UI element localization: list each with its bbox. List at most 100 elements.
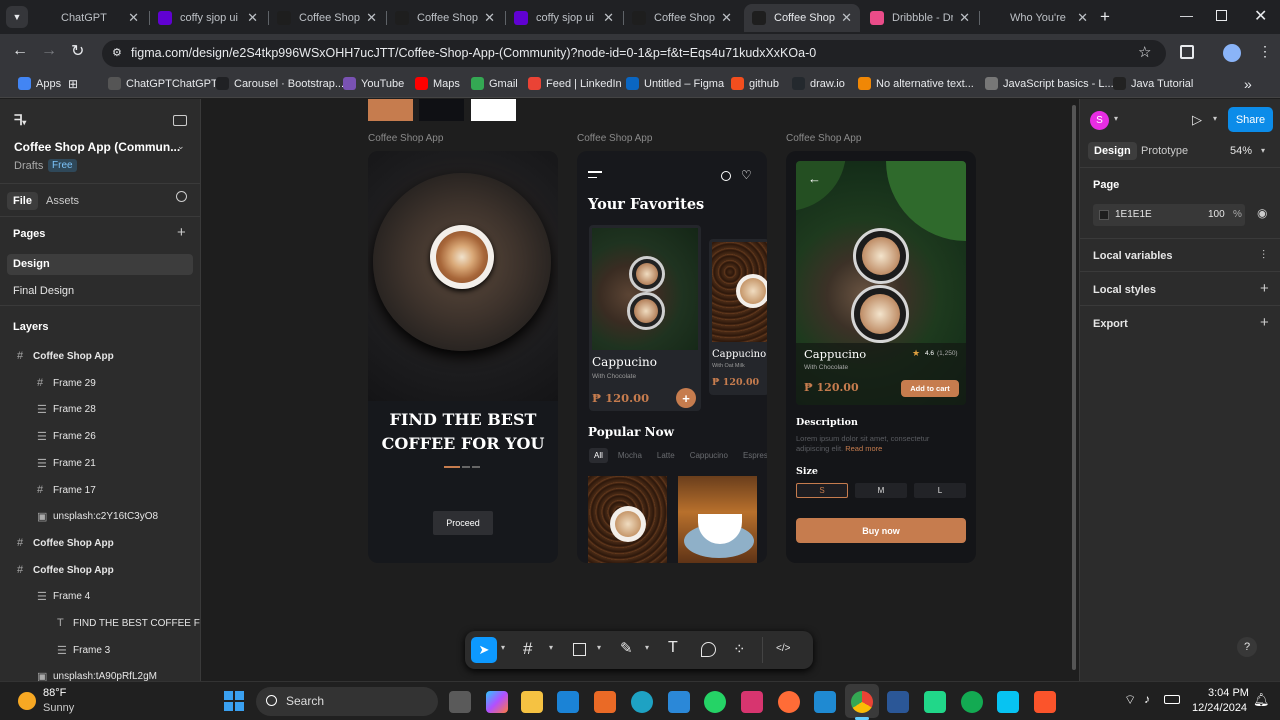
mongodb-icon[interactable] [961,691,983,713]
profile-avatar[interactable] [1223,44,1241,62]
notification-bell-icon[interactable]: 🔔︎ [1253,692,1270,708]
postman-icon[interactable] [778,691,800,713]
size-option-m[interactable]: M [855,483,907,498]
add-page-icon[interactable]: + [177,224,186,241]
maximize-button[interactable] [1216,10,1227,21]
chevron-down-icon[interactable]: ▾ [1114,114,1118,123]
category-chip[interactable]: Mocha [613,448,647,463]
present-play-icon[interactable]: ▷ [1192,112,1202,128]
close-tab-icon[interactable]: ✕ [1077,10,1088,26]
frame-label[interactable]: Coffee Shop App [368,133,443,144]
apps-grid-icon[interactable]: ⊞ [68,77,78,91]
ms-store-icon[interactable] [557,691,579,713]
size-option-s[interactable]: S [796,483,848,498]
weather-sun-icon[interactable] [18,692,36,710]
layer-item[interactable]: ▣ unsplash:c2Y16tC3yO8 [0,507,200,529]
clock-date[interactable]: 12/24/2024 [1192,702,1247,714]
bookmark-item[interactable]: Feed | LinkedIn [528,77,622,90]
chrome-icon[interactable] [851,691,873,713]
bookmark-item[interactable]: Java Tutorial [1113,77,1193,90]
close-tab-icon[interactable]: ✕ [841,10,852,26]
color-swatch-accent[interactable] [368,99,413,121]
bookmark-star-icon[interactable]: ☆ [1138,43,1151,61]
dev-mode-icon[interactable]: </> [776,643,790,654]
bookmark-item[interactable]: github [731,77,779,90]
weather-condition[interactable]: Sunny [43,702,74,714]
bookmark-item[interactable]: No alternative text... [858,77,974,90]
wifi-icon[interactable]: ⌔ [1124,692,1136,708]
frame-label[interactable]: Coffee Shop App [577,133,652,144]
move-tool-button[interactable]: ➤ [471,637,497,663]
copilot-icon[interactable] [486,691,508,713]
resources-icon[interactable]: ⁘ [733,640,746,658]
layer-item[interactable]: ☰ Frame 3 [0,641,200,663]
pycharm-icon[interactable] [924,691,946,713]
text-tool-icon[interactable]: T [668,639,678,657]
bookmark-item[interactable]: Carousel · Bootstrap... [216,77,344,90]
address-bar[interactable]: ⚙ figma.com/design/e2S4tkp996WSxOHH7ucJT… [102,40,1166,67]
tab-design[interactable]: Design [1088,142,1137,160]
frame-label[interactable]: Coffee Shop App [786,133,861,144]
file-menu-chevron-icon[interactable]: ⌄ [177,141,185,152]
comment-tool-icon[interactable] [701,642,716,657]
bookmark-item[interactable]: ChatGPTChatGPT [108,77,218,90]
start-button[interactable] [224,691,244,711]
new-tab-button[interactable]: + [1100,7,1110,27]
bookmark-item[interactable]: draw.io [792,77,845,90]
tab-search-button[interactable]: ▼ [6,6,28,28]
category-chip[interactable]: All [589,448,608,463]
close-tab-icon[interactable]: ✕ [721,10,732,26]
tab-file[interactable]: File [7,192,38,210]
help-button[interactable]: ? [1237,637,1257,657]
color-swatch-page[interactable] [1099,210,1109,220]
add-style-icon[interactable]: + [1260,280,1269,297]
forward-arrow-icon[interactable]: → [41,42,57,60]
popular-image[interactable] [588,476,667,563]
site-info-icon[interactable]: ⚙ [112,46,122,59]
browser-tab[interactable]: Who You're ✕ [980,4,1096,32]
drafts-label[interactable]: Drafts [14,160,43,172]
product-card[interactable]: Cappucino With Oat Milk ₱ 120.00 [709,239,767,395]
local-variables[interactable]: Local variables [1093,250,1173,262]
task-view-icon[interactable] [449,691,471,713]
vertical-scrollbar[interactable] [1072,105,1076,670]
export-section[interactable]: Export [1093,318,1128,330]
taskbar-search[interactable]: Search [256,687,438,716]
design-canvas[interactable]: Coffee Shop App Coffee Shop App Coffee S… [201,99,1079,681]
chevron-down-icon[interactable]: ▾ [501,643,505,652]
bookmarks-overflow-icon[interactable]: » [1244,76,1252,92]
close-tab-icon[interactable]: ✕ [366,10,377,26]
bookmark-item[interactable]: Apps [18,77,61,90]
browser-tab[interactable]: Coffee Shop ✕ [744,4,860,32]
vscode-icon[interactable] [814,691,836,713]
rectangle-tool-icon[interactable] [573,643,586,656]
chevron-down-icon[interactable]: ▾ [1213,114,1217,123]
layer-item[interactable]: # Coffee Shop App [0,561,200,583]
edge-icon[interactable] [631,691,653,713]
brave-icon[interactable] [1034,691,1056,713]
local-styles[interactable]: Local styles [1093,284,1156,296]
heart-icon[interactable]: ♡ [741,168,752,182]
back-arrow-icon[interactable]: ← [12,42,28,60]
weather-temp[interactable]: 88°F [43,687,66,699]
read-more-link[interactable]: Read more [845,444,882,453]
browser-tab[interactable]: Dribbble - Dr ✕ [862,4,978,32]
browser-menu-icon[interactable]: ⋮ [1258,43,1272,60]
search-icon[interactable] [721,171,731,181]
onboarding-frame[interactable]: FIND THE BEST COFFEE FOR YOU Proceed [368,151,558,563]
add-to-cart-button[interactable]: Add to cart [901,380,959,397]
word-icon[interactable] [887,691,909,713]
office-icon[interactable] [594,691,616,713]
hamburger-menu-icon[interactable] [588,171,602,178]
pen-tool-icon[interactable]: ✎ [620,639,633,657]
clock-time[interactable]: 3:04 PM [1208,687,1249,699]
frame-tool-icon[interactable]: # [523,639,532,659]
close-window-button[interactable]: ✕ [1254,6,1267,26]
add-to-favorites-button[interactable]: + [676,388,696,408]
search-icon[interactable] [176,191,187,202]
color-swatch-white[interactable] [471,99,516,121]
detail-frame[interactable]: ← Cappucino With Chocolate ★ 4.6 (1,250)… [786,151,976,563]
tab-prototype[interactable]: Prototype [1141,145,1188,157]
bookmark-item[interactable]: Untitled – Figma [626,77,724,90]
bookmark-item[interactable]: JavaScript basics - L... [985,77,1114,90]
